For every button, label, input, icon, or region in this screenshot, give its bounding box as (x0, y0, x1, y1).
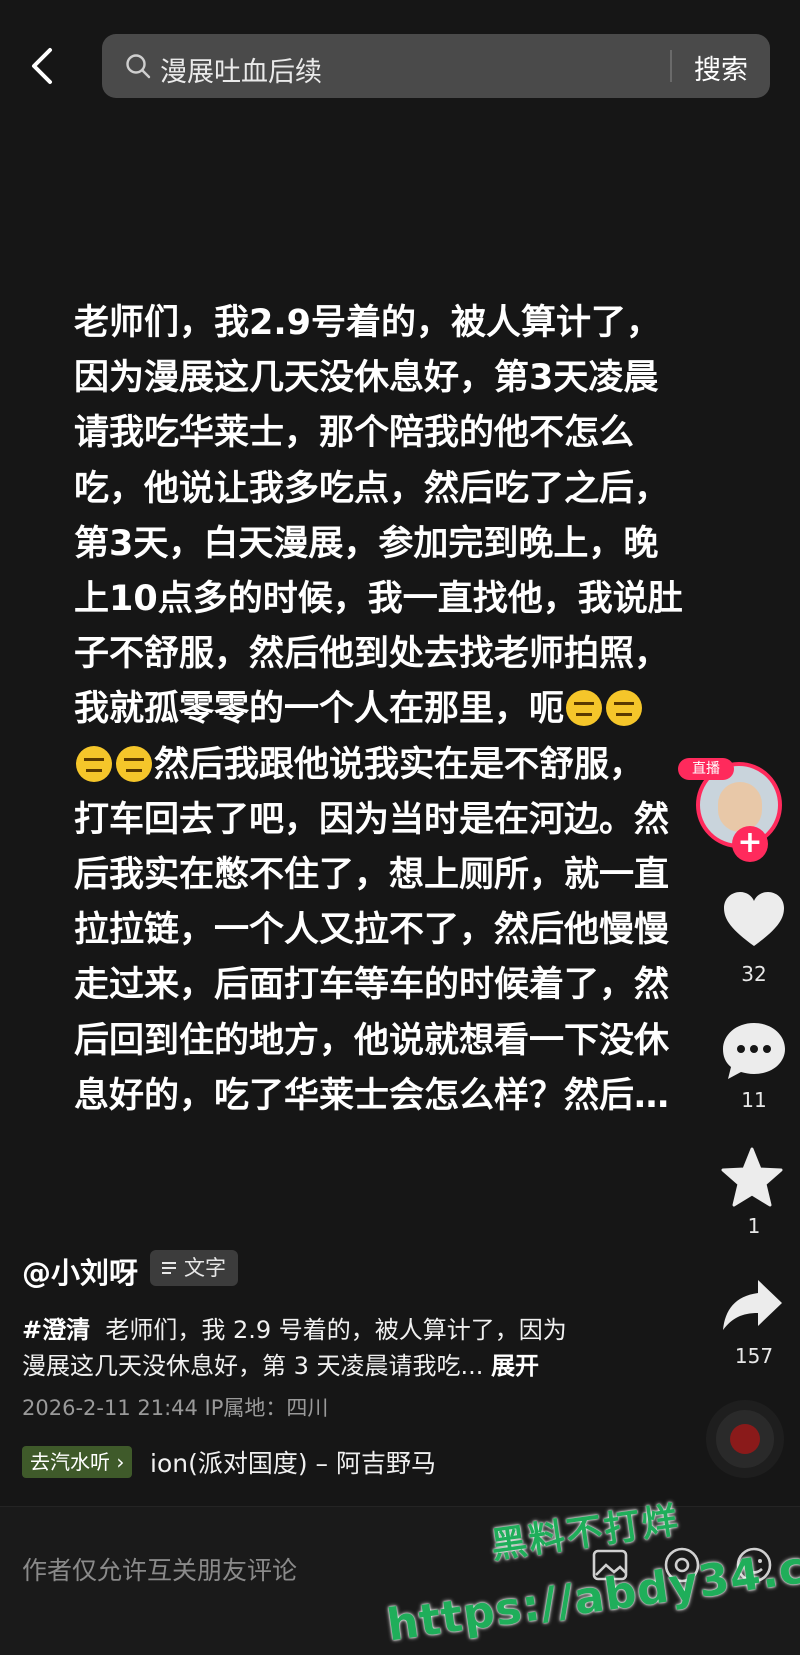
post-line: 上10点多的时候，我一直找他，我说肚 (74, 579, 683, 620)
live-badge: 直播 (678, 758, 734, 780)
post-line: 后回到住的地方，他说就想看一下没休 (74, 1020, 670, 1061)
comment-count: 11 (741, 1088, 767, 1112)
search-bar[interactable]: 漫展吐血后续 搜索 (102, 34, 770, 98)
back-arrow-icon[interactable] (22, 44, 62, 88)
heart-icon[interactable] (722, 890, 786, 950)
description-text: 老师们，我 2.9 号着的，被人算计了，因为 (105, 1316, 567, 1344)
share-icon[interactable] (720, 1276, 784, 1334)
post-line: 拉拉链，一个人又拉不了，然后他慢慢 (74, 910, 670, 951)
post-line: 后我实在憋不住了，想上厕所，就一直 (74, 855, 670, 896)
search-icon (126, 54, 151, 79)
music-app-link[interactable]: 去汽水听 › (22, 1446, 133, 1478)
post-line: 因为漫展这几天没休息好，第3天凌晨 (74, 358, 659, 399)
post-line-emoji: 我就孤零零的一个人在那里，呃 (74, 682, 724, 737)
expressionless-emoji-icon (116, 745, 152, 782)
post-line: 第3天，白天漫展，参加完到晚上，晚 (74, 523, 659, 564)
post-line: 请我吃华莱士，那个陪我的他不怎么 (74, 413, 635, 454)
comment-icon[interactable] (720, 1020, 788, 1082)
post-meta: 2026-2-11 21:44 IP属地：四川 (22, 1396, 329, 1420)
post-text: 老师们，我2.9号着的，被人算计了， 因为漫展这几天没休息好，第3天凌晨 请我吃… (74, 296, 724, 1124)
post-line: 走过来，后面打车等车的时候着了，然 (74, 965, 670, 1006)
post-line-text: 我就孤零零的一个人在那里，呃 (74, 689, 565, 730)
top-bar: 漫展吐血后续 搜索 (0, 0, 800, 130)
search-input[interactable]: 漫展吐血后续 (160, 50, 322, 89)
description-line-2: 漫展这几天没休息好，第 3 天凌晨请我吃... 展开 (22, 1348, 662, 1384)
tag-label: 文字 (184, 1256, 226, 1280)
expand-button[interactable]: 展开 (491, 1352, 539, 1380)
description-line-1: #澄清 老师们，我 2.9 号着的，被人算计了，因为 (22, 1312, 662, 1348)
follow-button[interactable]: + (732, 826, 768, 862)
post-line: 吃，他说让我多吃点，然后吃了之后， (74, 468, 670, 509)
post-line: 息好的，吃了华莱士会怎么样？然后… (74, 1075, 670, 1116)
search-divider (670, 50, 672, 82)
description: #澄清 老师们，我 2.9 号着的，被人算计了，因为 漫展这几天没休息好，第 3… (22, 1312, 662, 1384)
text-lines-icon (162, 1262, 176, 1274)
like-count: 32 (741, 962, 767, 986)
favorite-count: 1 (747, 1214, 761, 1238)
expressionless-emoji-icon (76, 745, 112, 782)
star-icon[interactable] (720, 1146, 784, 1208)
music-disc-cover (730, 1424, 760, 1454)
post-line-emoji: 然后我跟他说我实在是不舒服， (74, 738, 724, 793)
hashtag-link[interactable]: #澄清 (22, 1316, 90, 1344)
post-line: 打车回去了吧，因为当时是在河边。然 (74, 799, 670, 840)
expressionless-emoji-icon (566, 690, 603, 727)
music-disc[interactable] (706, 1400, 784, 1478)
post-line: 老师们，我2.9号着的，被人算计了， (74, 303, 662, 343)
text-post-tag: 文字 (150, 1250, 238, 1286)
author-name[interactable]: @小刘呀 (22, 1250, 138, 1292)
description-text: 漫展这几天没休息好，第 3 天凌晨请我吃... (22, 1352, 484, 1380)
comment-input[interactable]: 作者仅允许互关朋友评论 (22, 1551, 297, 1587)
post-line: 子不舒服，然后他到处去找老师拍照， (74, 634, 670, 675)
music-title[interactable]: ion(派对国度) – 阿吉野马 (150, 1444, 436, 1480)
search-button[interactable]: 搜索 (694, 48, 748, 87)
post-line-text: 然后我跟他说我实在是不舒服， (154, 744, 645, 785)
expressionless-emoji-icon (606, 690, 643, 727)
share-count: 157 (734, 1344, 774, 1368)
